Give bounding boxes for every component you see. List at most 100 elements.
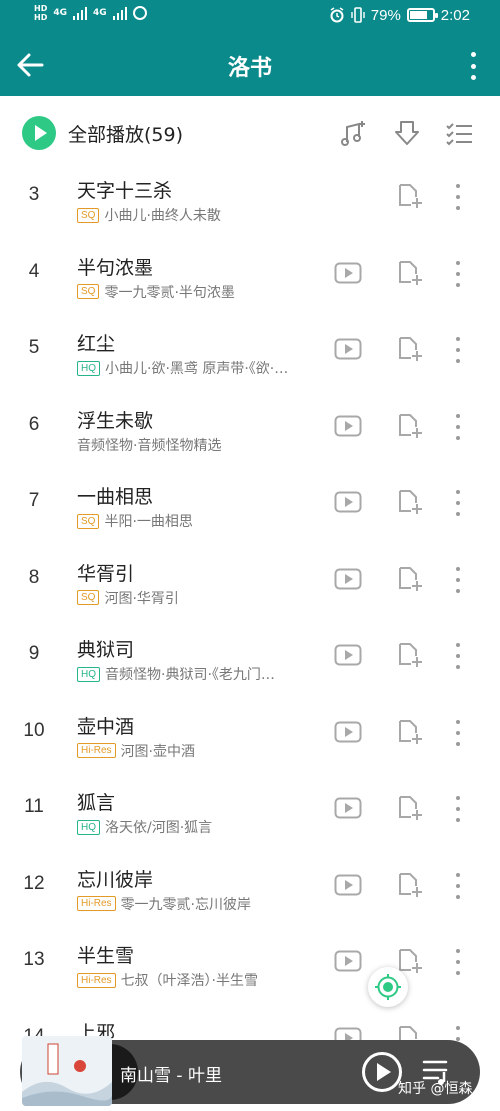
song-row[interactable]: 5 红尘 HQ 小曲儿·欲·黑鸢 原声带·《欲·… xyxy=(0,313,500,389)
add-to-playlist-icon[interactable] xyxy=(396,335,424,363)
play-all-icon[interactable] xyxy=(22,116,56,150)
add-to-playlist-icon[interactable] xyxy=(396,412,424,440)
song-subtitle: 音频怪物·音频怪物精选 xyxy=(77,435,221,455)
song-title: 一曲相思 xyxy=(77,486,154,508)
song-title: 半生雪 xyxy=(77,945,135,967)
song-subtitle: HQ 洛天依/河图·狐言 xyxy=(77,817,212,837)
quality-badge: Hi-Res xyxy=(77,972,116,988)
add-to-playlist-icon[interactable] xyxy=(396,794,424,822)
quality-badge: SQ xyxy=(77,284,100,299)
mv-play-icon[interactable] xyxy=(334,721,362,743)
song-more-icon[interactable] xyxy=(455,643,461,669)
song-more-icon[interactable] xyxy=(455,260,461,287)
status-left: HD HD 4G 4G xyxy=(34,4,147,22)
song-title: 忘川彼岸 xyxy=(77,868,154,891)
song-subtitle: Hi-Res 七叔（叶泽浩）·半生雪 xyxy=(77,970,258,990)
song-row[interactable]: 3 天字十三杀 SQ 小曲儿·曲终人未散 xyxy=(0,160,500,236)
mv-play-icon[interactable] xyxy=(334,950,362,972)
song-index: 8 xyxy=(28,566,40,588)
locate-icon xyxy=(375,974,401,1000)
mv-play-icon[interactable] xyxy=(334,874,362,896)
vpn-icon xyxy=(132,6,147,20)
mv-play-icon[interactable] xyxy=(334,262,362,284)
quality-badge: Hi-Res xyxy=(77,743,116,758)
song-title: 浮生未歇 xyxy=(77,409,154,432)
song-index: 10 xyxy=(23,719,45,741)
battery-percent: 79% xyxy=(370,6,401,24)
song-row[interactable]: 12 忘川彼岸 Hi-Res 零一九零贰·忘川彼岸 xyxy=(0,849,500,925)
song-subtitle: HQ 音频怪物·典狱司·《老九门… xyxy=(77,664,275,684)
song-title: 典狱司 xyxy=(77,639,135,661)
song-index: 9 xyxy=(28,643,40,664)
quality-badge: HQ xyxy=(77,666,100,682)
watermark: 知乎 @恒森 xyxy=(398,1081,473,1097)
song-index: 11 xyxy=(24,796,44,817)
mv-play-icon[interactable] xyxy=(334,644,362,666)
song-artist-album: 河图·壶中酒 xyxy=(120,743,196,760)
clock: 2:02 xyxy=(440,6,470,24)
play-all-button[interactable]: 全部播放(59) xyxy=(68,120,183,147)
song-subtitle: SQ 河图·华胥引 xyxy=(77,588,179,608)
play-pause-button[interactable] xyxy=(362,1052,402,1092)
add-music-icon[interactable] xyxy=(338,118,368,148)
song-subtitle: HQ 小曲儿·欲·黑鸢 原声带·《欲·… xyxy=(77,358,288,378)
song-artist-album: 零一九零贰·半句浓墨 xyxy=(104,284,235,301)
multi-select-icon[interactable] xyxy=(444,118,474,148)
song-more-icon[interactable] xyxy=(455,184,461,210)
song-more-icon[interactable] xyxy=(455,949,461,975)
song-title: 华胥引 xyxy=(77,562,135,585)
add-to-playlist-icon[interactable] xyxy=(396,565,424,593)
song-more-icon[interactable] xyxy=(455,413,461,440)
quality-badge: SQ xyxy=(77,513,100,529)
song-more-icon[interactable] xyxy=(455,796,461,822)
mv-play-icon[interactable] xyxy=(334,568,362,590)
song-subtitle: Hi-Res 河图·壶中酒 xyxy=(77,741,195,761)
song-row[interactable]: 8 华胥引 SQ 河图·华胥引 xyxy=(0,543,500,619)
song-artist-album: 河图·华胥引 xyxy=(104,590,179,607)
song-more-icon[interactable] xyxy=(455,719,461,746)
song-row[interactable]: 9 典狱司 HQ 音频怪物·典狱司·《老九门… xyxy=(0,619,500,695)
network-label-1: HD xyxy=(34,4,48,13)
mv-play-icon[interactable] xyxy=(334,491,362,513)
song-index: 7 xyxy=(28,490,40,511)
battery-icon xyxy=(406,8,438,22)
quality-badge: HQ xyxy=(77,360,100,376)
song-subtitle: SQ 半阳·一曲相思 xyxy=(77,511,193,531)
song-subtitle: SQ 小曲儿·曲终人未散 xyxy=(77,205,221,225)
song-row[interactable]: 11 狐言 HQ 洛天依/河图·狐言 xyxy=(0,772,500,848)
add-to-playlist-icon[interactable] xyxy=(396,182,424,210)
signal-icon-2 xyxy=(112,6,127,20)
add-to-playlist-icon[interactable] xyxy=(396,488,424,516)
song-subtitle: SQ 零一九零贰·半句浓墨 xyxy=(77,282,235,302)
song-row[interactable]: 6 浮生未歇音频怪物·音频怪物精选 xyxy=(0,390,500,466)
quality-badge: SQ xyxy=(77,207,100,223)
song-row[interactable]: 13 半生雪 Hi-Res 七叔（叶泽浩）·半生雪 xyxy=(0,925,500,1001)
album-cover[interactable] xyxy=(22,1036,112,1106)
more-options-icon[interactable] xyxy=(470,52,476,80)
network-label-2: HD xyxy=(34,13,48,22)
song-more-icon[interactable] xyxy=(455,566,461,593)
mv-play-icon[interactable] xyxy=(334,338,362,360)
add-to-playlist-icon[interactable] xyxy=(396,718,424,746)
song-more-icon[interactable] xyxy=(455,872,461,899)
song-row[interactable]: 4 半句浓墨 SQ 零一九零贰·半句浓墨 xyxy=(0,237,500,313)
song-row[interactable]: 10 壶中酒 Hi-Res 河图·壶中酒 xyxy=(0,696,500,772)
mv-play-icon[interactable] xyxy=(334,415,362,437)
status-bar: HD HD 4G 4G 79% 2:02 xyxy=(0,0,500,34)
song-more-icon[interactable] xyxy=(455,490,461,516)
song-more-icon[interactable] xyxy=(455,337,461,363)
song-artist-album: 小曲儿·欲·黑鸢 原声带·《欲·… xyxy=(105,361,289,377)
quality-badge: Hi-Res xyxy=(77,896,116,911)
song-artist-album: 零一九零贰·忘川彼岸 xyxy=(120,896,252,913)
song-artist-album: 洛天依/河图·狐言 xyxy=(105,820,213,836)
signal-label-1: 4G xyxy=(53,8,67,18)
mv-play-icon[interactable] xyxy=(334,797,362,819)
add-to-playlist-icon[interactable] xyxy=(396,871,424,899)
locate-current-button[interactable] xyxy=(368,967,408,1007)
add-to-playlist-icon[interactable] xyxy=(396,641,424,669)
song-index: 6 xyxy=(28,413,40,435)
song-index: 12 xyxy=(23,872,45,894)
download-icon[interactable] xyxy=(392,118,422,148)
song-row[interactable]: 7 一曲相思 SQ 半阳·一曲相思 xyxy=(0,466,500,542)
add-to-playlist-icon[interactable] xyxy=(396,259,424,287)
